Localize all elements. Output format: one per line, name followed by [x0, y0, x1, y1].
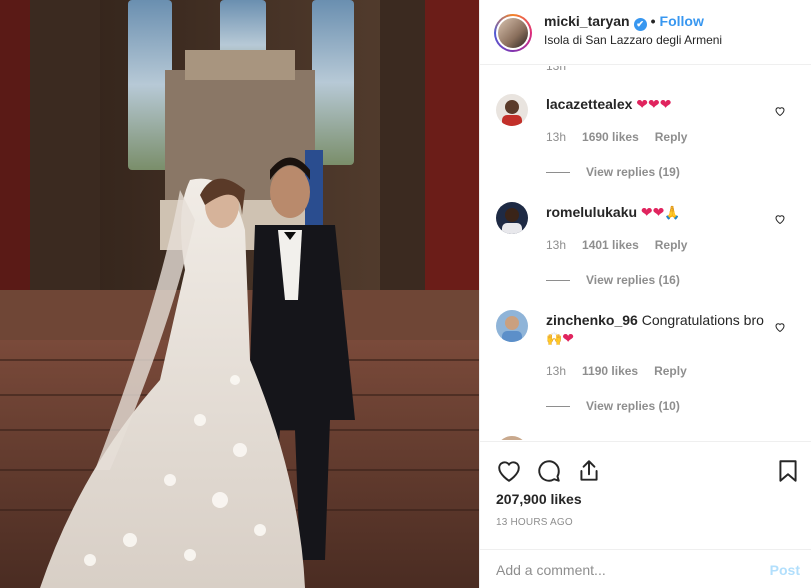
- view-replies-label: View replies (16): [586, 273, 680, 287]
- post-location[interactable]: Isola di San Lazzaro degli Armeni: [544, 33, 722, 47]
- post-side-panel: micki_taryan ✔ • Follow Isola di San Lazzar…: [479, 0, 811, 588]
- like-comment-heart-icon[interactable]: [774, 213, 786, 225]
- speech-bubble-icon[interactable]: [536, 458, 562, 484]
- commenter-avatar[interactable]: [496, 202, 528, 234]
- view-replies-button[interactable]: View replies (10): [546, 399, 680, 413]
- commenter-avatar[interactable]: [496, 310, 528, 342]
- avatar-image: [496, 310, 528, 342]
- author-avatar-image: [498, 18, 528, 48]
- post-header: micki_taryan ✔ • Follow Isola di San Lazzar…: [480, 0, 811, 65]
- author-username[interactable]: micki_taryan: [544, 13, 630, 29]
- wedding-photo-illustration: [0, 0, 479, 588]
- commenter-username[interactable]: romelulukaku: [546, 204, 637, 220]
- post-likes-count[interactable]: 207,900 likes: [496, 491, 582, 507]
- comment-likes[interactable]: 1401 likes: [582, 238, 639, 252]
- post-timestamp[interactable]: 13 HOURS AGO: [496, 517, 573, 528]
- avatar-image: [496, 94, 528, 126]
- heart-outline-icon[interactable]: [496, 458, 522, 484]
- previous-comment-timestamp: 13h: [546, 66, 567, 73]
- comment-text: ❤❤❤: [636, 96, 672, 112]
- bookmark-icon[interactable]: [775, 458, 801, 484]
- comment-likes[interactable]: 1690 likes: [582, 130, 639, 144]
- comment-emoji-extra: 🙌: [546, 331, 563, 346]
- verified-badge-icon: ✔: [633, 18, 647, 31]
- like-comment-heart-icon[interactable]: [774, 105, 786, 117]
- view-replies-label: View replies (19): [586, 165, 680, 179]
- comment-likes[interactable]: 1190 likes: [582, 364, 638, 378]
- like-comment-heart-icon[interactable]: [774, 321, 786, 333]
- comment-composer: Post: [480, 549, 811, 588]
- follow-button[interactable]: Follow: [660, 13, 704, 29]
- comment-time: 13h: [546, 238, 567, 252]
- next-commenter-avatar[interactable]: [496, 436, 528, 440]
- comment-time: 13h: [546, 130, 567, 144]
- replies-divider: [546, 280, 570, 282]
- replies-divider: [546, 406, 570, 408]
- reply-button[interactable]: Reply: [655, 238, 688, 252]
- post-comment-button[interactable]: Post: [770, 562, 800, 578]
- view-replies-button[interactable]: View replies (16): [546, 273, 680, 287]
- comment-text: ❤❤: [640, 204, 665, 220]
- avatar-image: [496, 202, 528, 234]
- comments-list[interactable]: 13h lacazettealex ❤❤❤ 13h 1690 likes Reply…: [480, 66, 811, 440]
- post-actions: 207,900 likes 13 HOURS AGO Post: [480, 441, 811, 588]
- reply-button[interactable]: Reply: [655, 130, 688, 144]
- commenter-avatar[interactable]: [496, 94, 528, 126]
- view-replies-label: View replies (10): [586, 399, 680, 413]
- header-separator: •: [650, 13, 656, 29]
- author-avatar[interactable]: [494, 14, 532, 52]
- commenter-username[interactable]: zinchenko_96: [546, 312, 638, 328]
- post-photo[interactable]: [0, 0, 479, 588]
- replies-divider: [546, 172, 570, 174]
- add-comment-input[interactable]: [496, 560, 756, 580]
- share-upload-icon[interactable]: [576, 458, 602, 484]
- commenter-username[interactable]: lacazettealex: [546, 96, 632, 112]
- comment-text: Congratulations bro: [641, 312, 764, 328]
- comment-emoji-extra: 🙏: [664, 205, 681, 220]
- view-replies-button[interactable]: View replies (19): [546, 165, 680, 179]
- reply-button[interactable]: Reply: [654, 364, 687, 378]
- comment-heart-emoji: ❤: [562, 330, 574, 346]
- comment-time: 13h: [546, 364, 567, 378]
